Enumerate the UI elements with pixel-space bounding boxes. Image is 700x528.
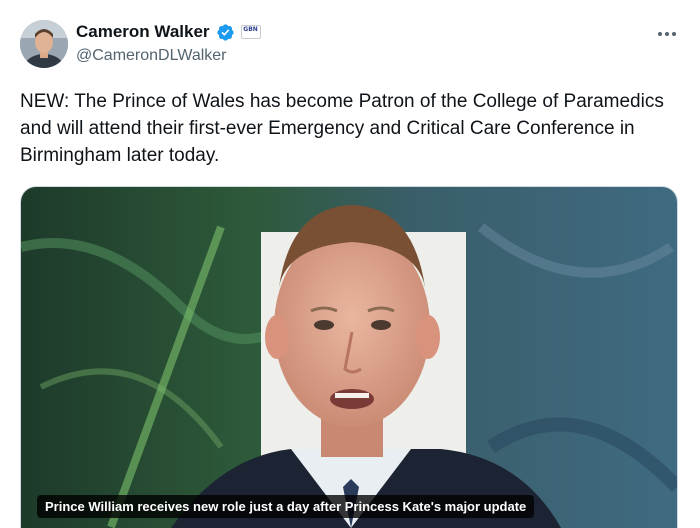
affiliate-badge-icon[interactable]: GBN — [240, 25, 261, 39]
handle[interactable]: @CameronDLWalker — [76, 47, 227, 65]
display-name[interactable]: Cameron Walker — [76, 22, 210, 42]
verified-badge-icon — [216, 23, 234, 41]
media-caption: Prince William receives new role just a … — [37, 495, 535, 518]
name-row: Cameron Walker GBN — [76, 22, 261, 42]
affiliate-badge-text: GBN — [243, 26, 258, 33]
tweet-header: Cameron Walker GBN @CameronDLWalker — [20, 18, 680, 72]
tweet-media[interactable]: Prince William receives new role just a … — [20, 186, 678, 528]
avatar[interactable] — [20, 20, 68, 68]
photo-prince-william — [21, 187, 677, 528]
more-options-icon[interactable] — [656, 24, 678, 44]
tweet-text: NEW: The Prince of Wales has become Patr… — [20, 91, 664, 166]
